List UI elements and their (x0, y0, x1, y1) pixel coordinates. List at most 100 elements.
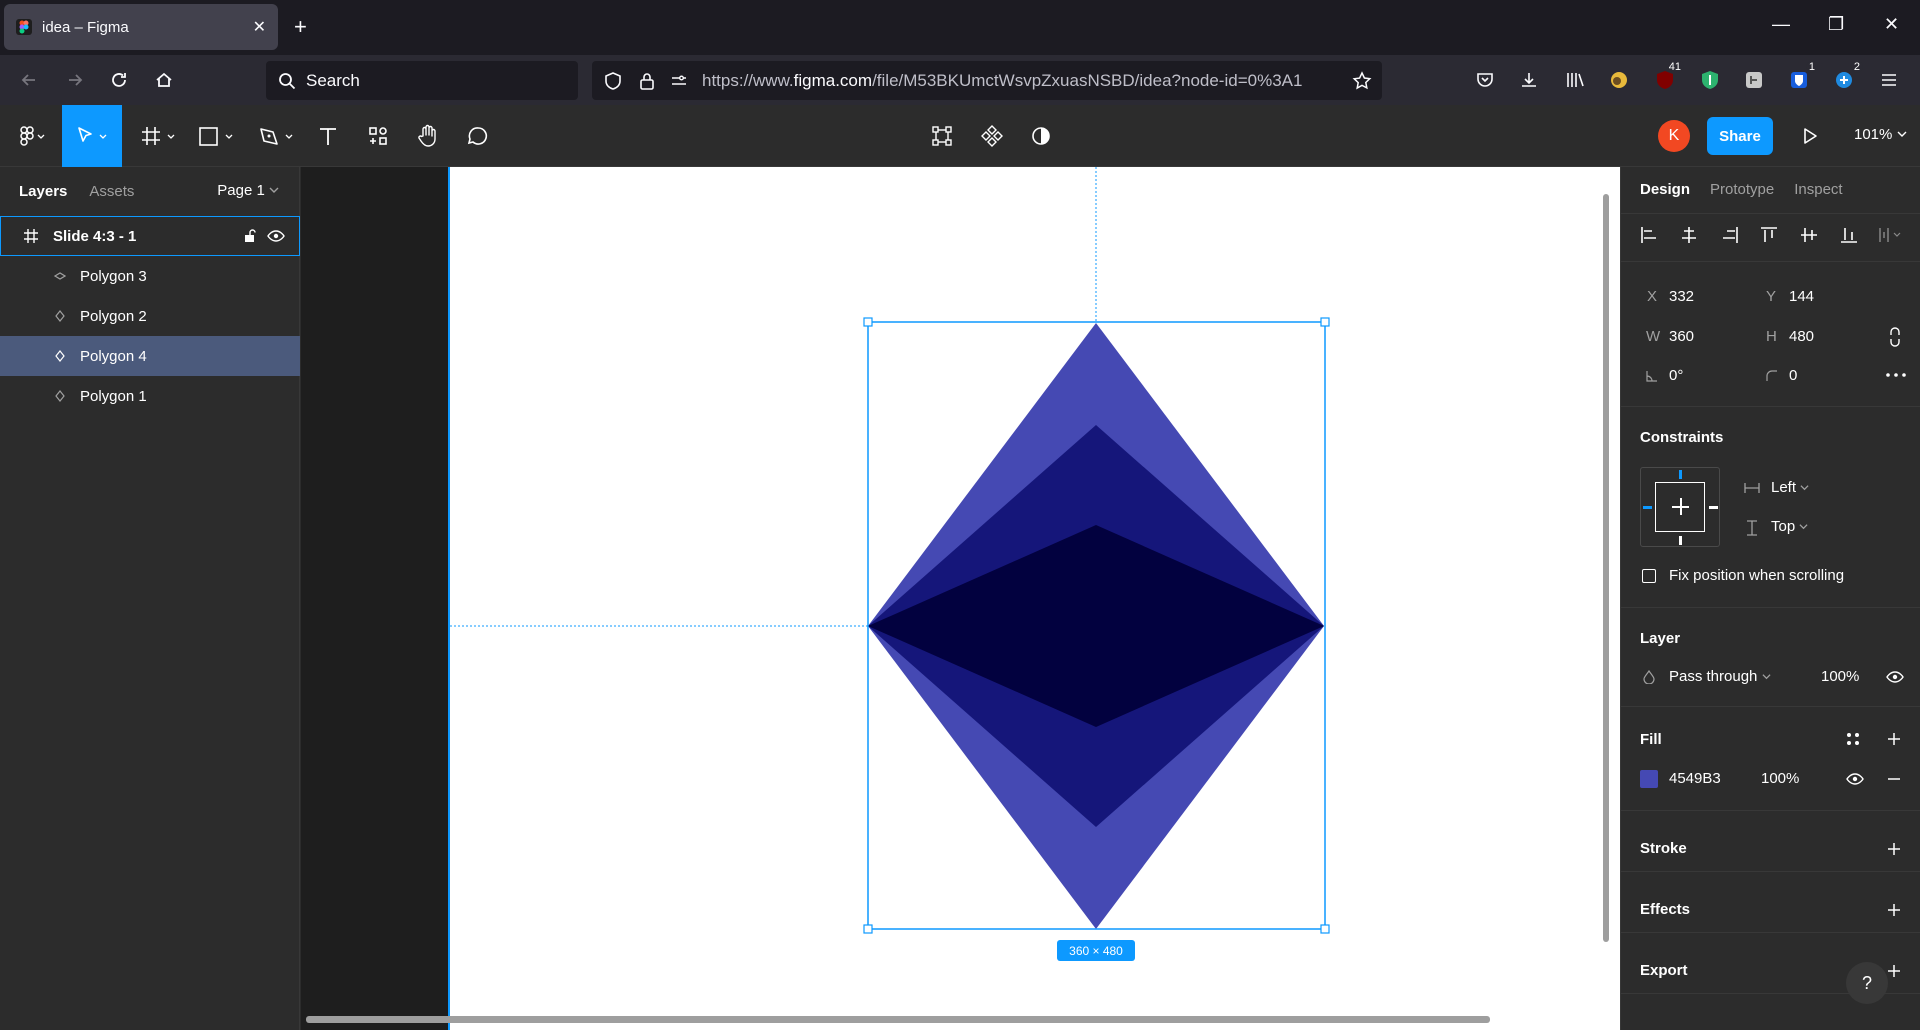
url-bar[interactable]: https://www.figma.com/file/M53BKUmctWsvp… (592, 61, 1382, 100)
zoom-dropdown[interactable]: 101% (1854, 126, 1907, 143)
create-component-button[interactable] (978, 105, 1006, 167)
ublock-icon[interactable]: 41 (1652, 61, 1684, 93)
home-icon[interactable] (151, 67, 177, 93)
add-stroke-icon[interactable] (1884, 839, 1904, 859)
fill-visibility-eye-icon[interactable] (1845, 771, 1865, 787)
resize-handle[interactable] (863, 924, 873, 934)
layer-row[interactable]: Polygon 3 (0, 256, 300, 296)
rotation-input[interactable]: 0° (1669, 367, 1683, 384)
permissions-icon[interactable] (670, 72, 688, 90)
browser-search-input[interactable]: Search (266, 61, 578, 100)
layer-row-selected[interactable]: Polygon 4 (0, 336, 300, 376)
minimize-icon[interactable]: — (1772, 14, 1790, 35)
pocket-icon[interactable] (1472, 67, 1498, 93)
align-center-horizontal-icon[interactable] (1679, 225, 1699, 245)
fix-position-checkbox[interactable] (1642, 569, 1656, 583)
layer-visibility-eye-icon[interactable] (1885, 669, 1905, 685)
hand-tool-button[interactable] (414, 105, 442, 167)
y-input[interactable]: 144 (1789, 288, 1814, 305)
visibility-eye-icon[interactable] (267, 229, 285, 243)
tab-layers[interactable]: Layers (19, 183, 67, 200)
tab-inspect[interactable]: Inspect (1794, 181, 1842, 198)
vertical-constraint-select[interactable]: Top (1771, 518, 1808, 535)
restore-icon[interactable]: ❐ (1828, 14, 1844, 35)
corner-radius-input[interactable]: 0 (1789, 367, 1797, 384)
align-top-icon[interactable] (1759, 225, 1779, 245)
shield-icon[interactable] (604, 71, 622, 90)
distribute-icon[interactable] (1877, 225, 1907, 245)
tab-assets[interactable]: Assets (89, 183, 134, 200)
more-options-icon[interactable] (1885, 367, 1907, 383)
move-tool-button[interactable] (62, 105, 122, 167)
unlock-icon[interactable] (243, 229, 257, 243)
tab-design[interactable]: Design (1640, 181, 1690, 198)
green-shield-icon[interactable] (1697, 67, 1723, 93)
layer-row[interactable]: Polygon 1 (0, 376, 300, 416)
shape-tool-button[interactable] (196, 105, 240, 167)
user-avatar[interactable]: K (1658, 120, 1690, 152)
resize-handle[interactable] (863, 317, 873, 327)
help-button[interactable]: ? (1846, 962, 1888, 1004)
add-fill-icon[interactable] (1884, 729, 1904, 749)
x-input[interactable]: 332 (1669, 288, 1694, 305)
resize-handle[interactable] (1320, 924, 1330, 934)
horizontal-constraint-select[interactable]: Left (1771, 479, 1809, 496)
width-input[interactable]: 360 (1669, 328, 1694, 345)
lock-icon[interactable] (638, 72, 656, 90)
fill-opacity-input[interactable]: 100% (1761, 770, 1799, 787)
align-left-icon[interactable] (1639, 225, 1659, 245)
frame-canvas[interactable] (448, 167, 1620, 1030)
canvas-background[interactable] (301, 167, 448, 1030)
main-menu-button[interactable] (10, 105, 54, 167)
present-button[interactable] (1796, 105, 1824, 167)
page-selector[interactable]: Page 1 (217, 182, 279, 199)
layer-opacity-input[interactable]: 100% (1821, 668, 1859, 685)
pen-tool-button[interactable] (256, 105, 300, 167)
divider (1621, 406, 1920, 407)
horizontal-scrollbar[interactable] (306, 1016, 1490, 1023)
bitwarden-icon[interactable]: 1 (1786, 61, 1818, 93)
share-button[interactable]: Share (1707, 117, 1773, 155)
comment-tool-button[interactable] (464, 105, 492, 167)
resize-handle[interactable] (1320, 317, 1330, 327)
fill-hex-input[interactable]: 4549B3 (1669, 770, 1721, 787)
tab-prototype[interactable]: Prototype (1710, 181, 1774, 198)
resources-tool-button[interactable] (364, 105, 392, 167)
forward-icon[interactable] (62, 67, 88, 93)
chevron-down-icon (1800, 485, 1809, 491)
back-icon[interactable] (16, 67, 42, 93)
constraints-widget[interactable] (1640, 467, 1720, 547)
edit-object-button[interactable] (928, 105, 956, 167)
vertical-scrollbar[interactable] (1603, 194, 1609, 942)
align-right-icon[interactable] (1720, 225, 1740, 245)
fill-color-swatch[interactable] (1640, 770, 1658, 788)
layer-row[interactable]: Polygon 2 (0, 296, 300, 336)
align-center-vertical-icon[interactable] (1799, 225, 1819, 245)
close-window-icon[interactable]: ✕ (1884, 14, 1899, 35)
fill-section-title: Fill (1640, 731, 1662, 748)
text-icon (320, 128, 336, 145)
divider (1621, 810, 1920, 811)
bookmark-star-icon[interactable] (1352, 70, 1372, 91)
extension-avatar-icon[interactable] (1606, 67, 1632, 93)
text-tool-button[interactable] (314, 105, 342, 167)
menu-icon[interactable] (1876, 67, 1902, 93)
blend-mode-select[interactable]: Pass through (1669, 668, 1771, 685)
align-bottom-icon[interactable] (1839, 225, 1859, 245)
new-tab-icon[interactable]: + (294, 14, 307, 40)
frame-tool-button[interactable] (138, 105, 182, 167)
reload-icon[interactable] (106, 67, 132, 93)
grey-extension-icon[interactable] (1741, 67, 1767, 93)
blue-extension-icon[interactable]: 2 (1831, 61, 1863, 93)
mask-button[interactable] (1027, 105, 1055, 167)
downloads-icon[interactable] (1516, 67, 1542, 93)
add-effect-icon[interactable] (1884, 900, 1904, 920)
library-icon[interactable] (1562, 67, 1588, 93)
fill-styles-icon[interactable] (1843, 729, 1863, 749)
layer-frame-row[interactable]: Slide 4:3 - 1 (0, 216, 300, 256)
constrain-proportions-icon[interactable] (1885, 326, 1905, 348)
remove-fill-icon[interactable] (1884, 769, 1904, 789)
height-input[interactable]: 480 (1789, 328, 1814, 345)
browser-tab[interactable]: idea – Figma ✕ (4, 4, 278, 50)
tab-close-icon[interactable]: ✕ (253, 17, 266, 37)
